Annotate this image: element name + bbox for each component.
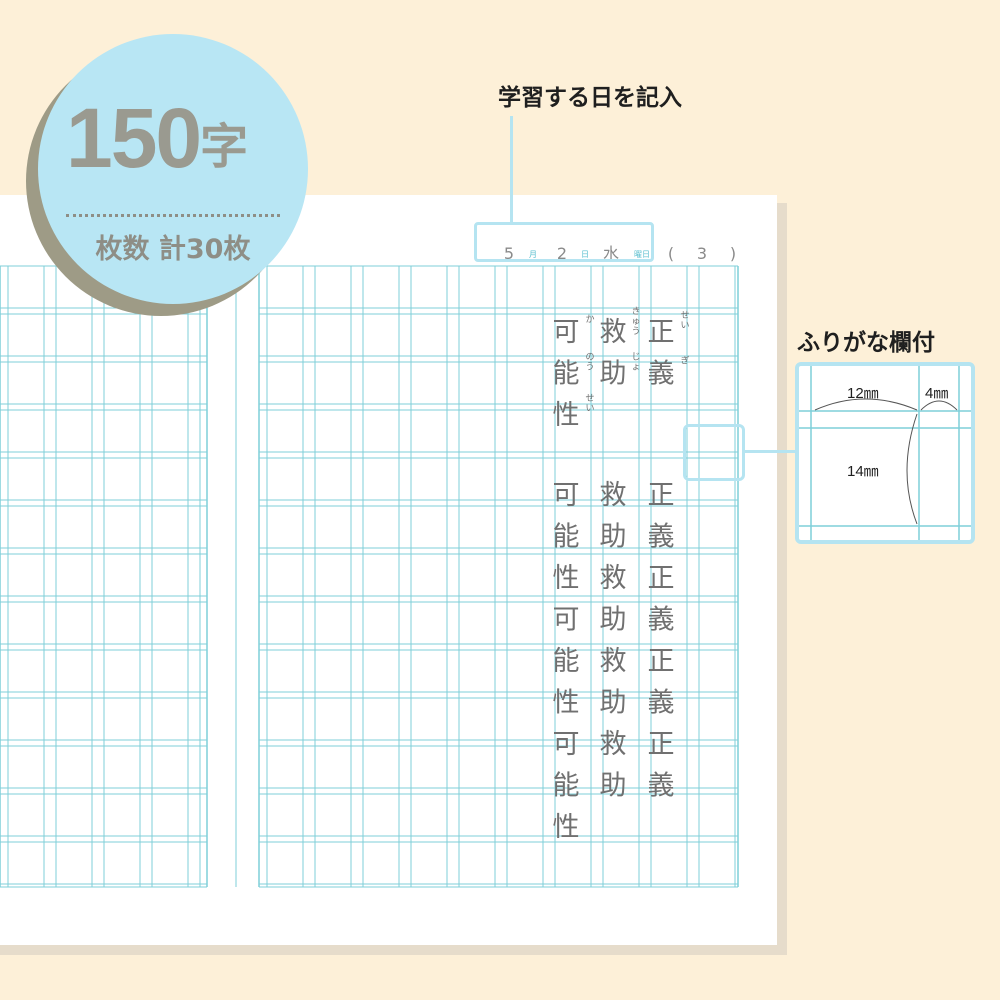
badge-divider (66, 214, 280, 217)
furigana-reading: じょ (631, 352, 640, 373)
practice-kanji: 正 (648, 317, 675, 348)
character-count-number: 150 (66, 91, 202, 185)
dim-main-width: 12㎜ (847, 385, 879, 402)
character-count-unit: 字 (200, 121, 249, 174)
practice-kanji: 正 (648, 729, 675, 760)
practice-kanji: 能 (553, 646, 580, 677)
practice-kanji: 可 (553, 317, 580, 348)
date-close-paren: ) (730, 244, 736, 263)
dim-cell-height: 14㎜ (847, 463, 879, 480)
furigana-reading: せい (680, 310, 689, 331)
practice-kanji: 義 (648, 359, 675, 390)
date-entry-callout: 学習する日を記入 (498, 85, 682, 111)
practice-kanji: 救 (600, 646, 627, 677)
grid-lines (0, 265, 739, 888)
handwriting-sample: 可か能のう性せい救きゅう助じょ正せい義 ぎ可能性可能性可能性救助救助救助救助正義正… (553, 306, 690, 843)
practice-kanji: 助 (600, 359, 627, 390)
furigana-callout: ふりがな欄付 (797, 330, 935, 356)
date-number: 3 (697, 244, 707, 263)
practice-kanji: 義 (648, 522, 675, 553)
practice-kanji: 救 (600, 563, 627, 594)
practice-kanji: 可 (553, 729, 580, 760)
count-badge: 150字 枚数 計30枚 (26, 34, 308, 316)
cell-leader-line (745, 450, 797, 453)
practice-kanji: 義 (648, 605, 675, 636)
practice-kanji: 可 (553, 480, 580, 511)
date-open-paren: ( (668, 244, 674, 263)
practice-kanji: 救 (600, 729, 627, 760)
practice-kanji: 可 (553, 605, 580, 636)
date-highlight-box (474, 222, 654, 262)
practice-kanji: 正 (648, 646, 675, 677)
sheet-count: 枚数 計30枚 (95, 234, 251, 265)
practice-kanji: 正 (648, 480, 675, 511)
cell-zoom-diagram: 12㎜ 4㎜ 14㎜ (795, 362, 975, 544)
practice-kanji: 能 (553, 522, 580, 553)
practice-kanji: 義 (648, 688, 675, 719)
practice-kanji: 性 (553, 563, 580, 594)
practice-kanji: 助 (600, 605, 627, 636)
furigana-reading: ぎ (680, 355, 689, 367)
date-leader-line (510, 116, 513, 222)
dim-furigana-width: 4㎜ (925, 385, 949, 402)
practice-kanji: 助 (600, 688, 627, 719)
character-count: 150字 (66, 96, 296, 180)
furigana-reading: せい (585, 393, 594, 414)
furigana-reading: か (585, 314, 594, 325)
practice-kanji: 性 (553, 688, 580, 719)
cell-highlight-box (683, 424, 745, 481)
practice-kanji: 助 (600, 771, 627, 802)
practice-kanji: 性 (553, 812, 580, 843)
practice-kanji: 助 (600, 522, 627, 553)
furigana-reading: のう (585, 353, 594, 373)
furigana-reading: きゅう (631, 306, 640, 337)
practice-kanji: 正 (648, 563, 675, 594)
practice-kanji: 能 (553, 771, 580, 802)
practice-kanji: 能 (553, 359, 580, 390)
practice-kanji: 義 (648, 771, 675, 802)
practice-kanji: 性 (553, 400, 580, 431)
practice-kanji: 救 (600, 317, 627, 348)
practice-kanji: 救 (600, 480, 627, 511)
